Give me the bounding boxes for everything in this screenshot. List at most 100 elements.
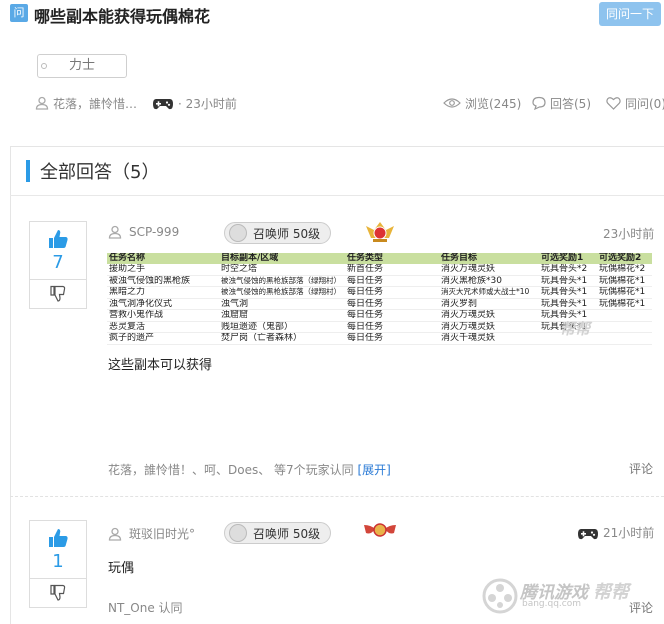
cell: 消灭罗刹: [439, 298, 539, 311]
cell: 玩偶棉花*1: [597, 298, 652, 311]
answer-time: 23小时前: [603, 227, 655, 241]
cell: 每日任务: [345, 321, 439, 334]
user-name: 斑驳旧时光°: [129, 527, 196, 541]
same-question-button[interactable]: 同问一下: [599, 2, 661, 26]
task-table-header: 任务名称 目标副本/区域 任务类型 任务目标 可选奖励1 可选奖励2: [107, 253, 652, 264]
watermark-small: 帮帮: [560, 320, 591, 338]
same-stat[interactable]: 同问(0): [606, 94, 664, 112]
cell: 被浊气侵蚀的黑枪族部落（绿翔村）: [219, 275, 345, 288]
comment-link[interactable]: 评论: [629, 599, 653, 616]
cell: 每日任务: [345, 298, 439, 311]
cell: 玩具骨头*1: [539, 286, 597, 299]
approvals-line: 花落，誰怜惜！、呵、Does、 等7个玩家认同 [展开]: [108, 461, 391, 478]
asked-time-group: · 23小时前: [152, 94, 237, 112]
cell: 恶灵复活: [107, 321, 219, 334]
watermark-logo-icon: [482, 578, 518, 614]
col-header: 可选奖励2: [597, 253, 652, 264]
cell: 被浊气侵蚀的黑枪族部落（绿翔村）: [219, 286, 345, 299]
cell: 消灭万魂灵妖: [439, 309, 539, 322]
cell: 营救小鬼作战: [107, 309, 219, 322]
answer-user[interactable]: 斑驳旧时光°: [108, 525, 195, 542]
question-title: 哪些副本能获得玩偶棉花: [34, 7, 211, 26]
downvote-button[interactable]: [30, 280, 86, 308]
answer-time: 21小时前: [603, 526, 655, 540]
cell: 玩偶棉花*1: [597, 286, 652, 299]
cell: 每日任务: [345, 286, 439, 299]
gamepad-badge-icon: [229, 224, 247, 242]
gamepad-icon: [153, 99, 173, 110]
cell: 玩偶棉花*2: [597, 264, 652, 276]
thumbs-up-icon: [49, 529, 68, 547]
rank-medal-icon: [366, 222, 394, 242]
watermark-url: bang.qq.com: [522, 599, 582, 609]
level-label: 召唤师 50级: [253, 526, 321, 541]
cell: 黑暗之力: [107, 286, 219, 299]
downvote-button[interactable]: [30, 579, 86, 607]
comment-link[interactable]: 评论: [629, 460, 653, 477]
upvote-button[interactable]: 1: [30, 521, 86, 579]
cell: 时空之塔: [219, 264, 345, 276]
cell: 每日任务: [345, 275, 439, 288]
answers-title: 全部回答（5）: [40, 162, 160, 183]
answers-stat[interactable]: 回答(5): [532, 94, 591, 112]
cell: 玩具骨头*1: [539, 298, 597, 311]
cell: [597, 332, 652, 345]
cell: 消灭大咒术师或大战士*10: [439, 286, 539, 299]
expand-link[interactable]: [展开]: [358, 463, 391, 477]
cell: 消灭千魂灵妖: [439, 332, 539, 345]
asker-name[interactable]: 花落，誰怜惜…: [53, 95, 137, 112]
table-row: 浊气洞净化仪式 浊气洞 每日任务 消灭罗刹 玩具骨头*1 玩偶棉花*1: [107, 298, 652, 311]
cell: 每日任务: [345, 309, 439, 322]
cell: 玩具骨头*2: [539, 264, 597, 276]
upvote-button[interactable]: 7: [30, 222, 86, 280]
gamepad-badge-icon: [229, 524, 247, 542]
cell: 援助之手: [107, 264, 219, 276]
cell: 每日任务: [345, 332, 439, 345]
watermark-small: 帮帮: [593, 582, 629, 603]
cell: 消灭黑枪族*30: [439, 275, 539, 288]
table-row: 援助之手 时空之塔 新首任务 消灭万魂灵妖 玩具骨头*2 玩偶棉花*2: [107, 264, 652, 276]
user-icon: [35, 96, 49, 110]
answer-text: 玩偶: [108, 561, 135, 576]
vote-count: 1: [52, 551, 64, 572]
thumbs-down-icon: [50, 285, 66, 302]
tag-chip[interactable]: 力士: [37, 54, 127, 78]
question-badge: 问: [10, 4, 28, 22]
approvals-text: 花落，誰怜惜！、呵、Does、 等7个玩家认同: [108, 463, 354, 477]
tag-hole-icon: [41, 63, 47, 69]
cell: 消灭万魂灵妖: [439, 264, 539, 276]
same-count: 同问(0): [625, 96, 664, 111]
cell: [597, 321, 652, 334]
user-name: SCP-999: [129, 225, 180, 239]
answer-divider: [10, 496, 664, 497]
cell: 疯子的遗产: [107, 332, 219, 345]
col-header: 任务目标: [439, 253, 539, 264]
answers-count: 回答(5): [550, 96, 591, 111]
comment-icon: [532, 96, 546, 110]
col-header: 任务名称: [107, 253, 219, 264]
table-row: 被浊气侵蚀的黑枪族 被浊气侵蚀的黑枪族部落（绿翔村） 每日任务 消灭黑枪族*30 玩具骨…: [107, 275, 652, 288]
cell: 玩具骨头*1: [539, 275, 597, 288]
cell: 玩偶棉花*1: [597, 275, 652, 288]
answer-user[interactable]: SCP-999: [108, 225, 179, 239]
level-badge: 召唤师 50级: [224, 522, 332, 544]
cell: 贱垣遗迹（鬼部）: [219, 321, 345, 334]
thumbs-up-icon: [49, 230, 68, 248]
thumbs-down-icon: [50, 584, 66, 601]
header-accent-bar: [26, 160, 30, 182]
cell: 浊窟窟: [219, 309, 345, 322]
answers-panel: [10, 146, 664, 624]
cell: 浊气洞净化仪式: [107, 298, 219, 311]
gamepad-icon: [578, 528, 598, 539]
col-header: 可选奖励1: [539, 253, 597, 264]
asker-info: 花落，誰怜惜…: [35, 94, 137, 112]
rank-wings-icon: [364, 523, 396, 537]
vote-count: 7: [52, 252, 64, 273]
asked-time: · 23小时前: [178, 96, 237, 111]
eye-icon: [443, 98, 461, 108]
views-stat: 浏览(245): [443, 94, 521, 112]
col-header: 目标副本/区域: [219, 253, 345, 264]
cell: 被浊气侵蚀的黑枪族: [107, 275, 219, 288]
heart-icon: [606, 97, 621, 110]
level-label: 召唤师 50级: [253, 226, 321, 241]
